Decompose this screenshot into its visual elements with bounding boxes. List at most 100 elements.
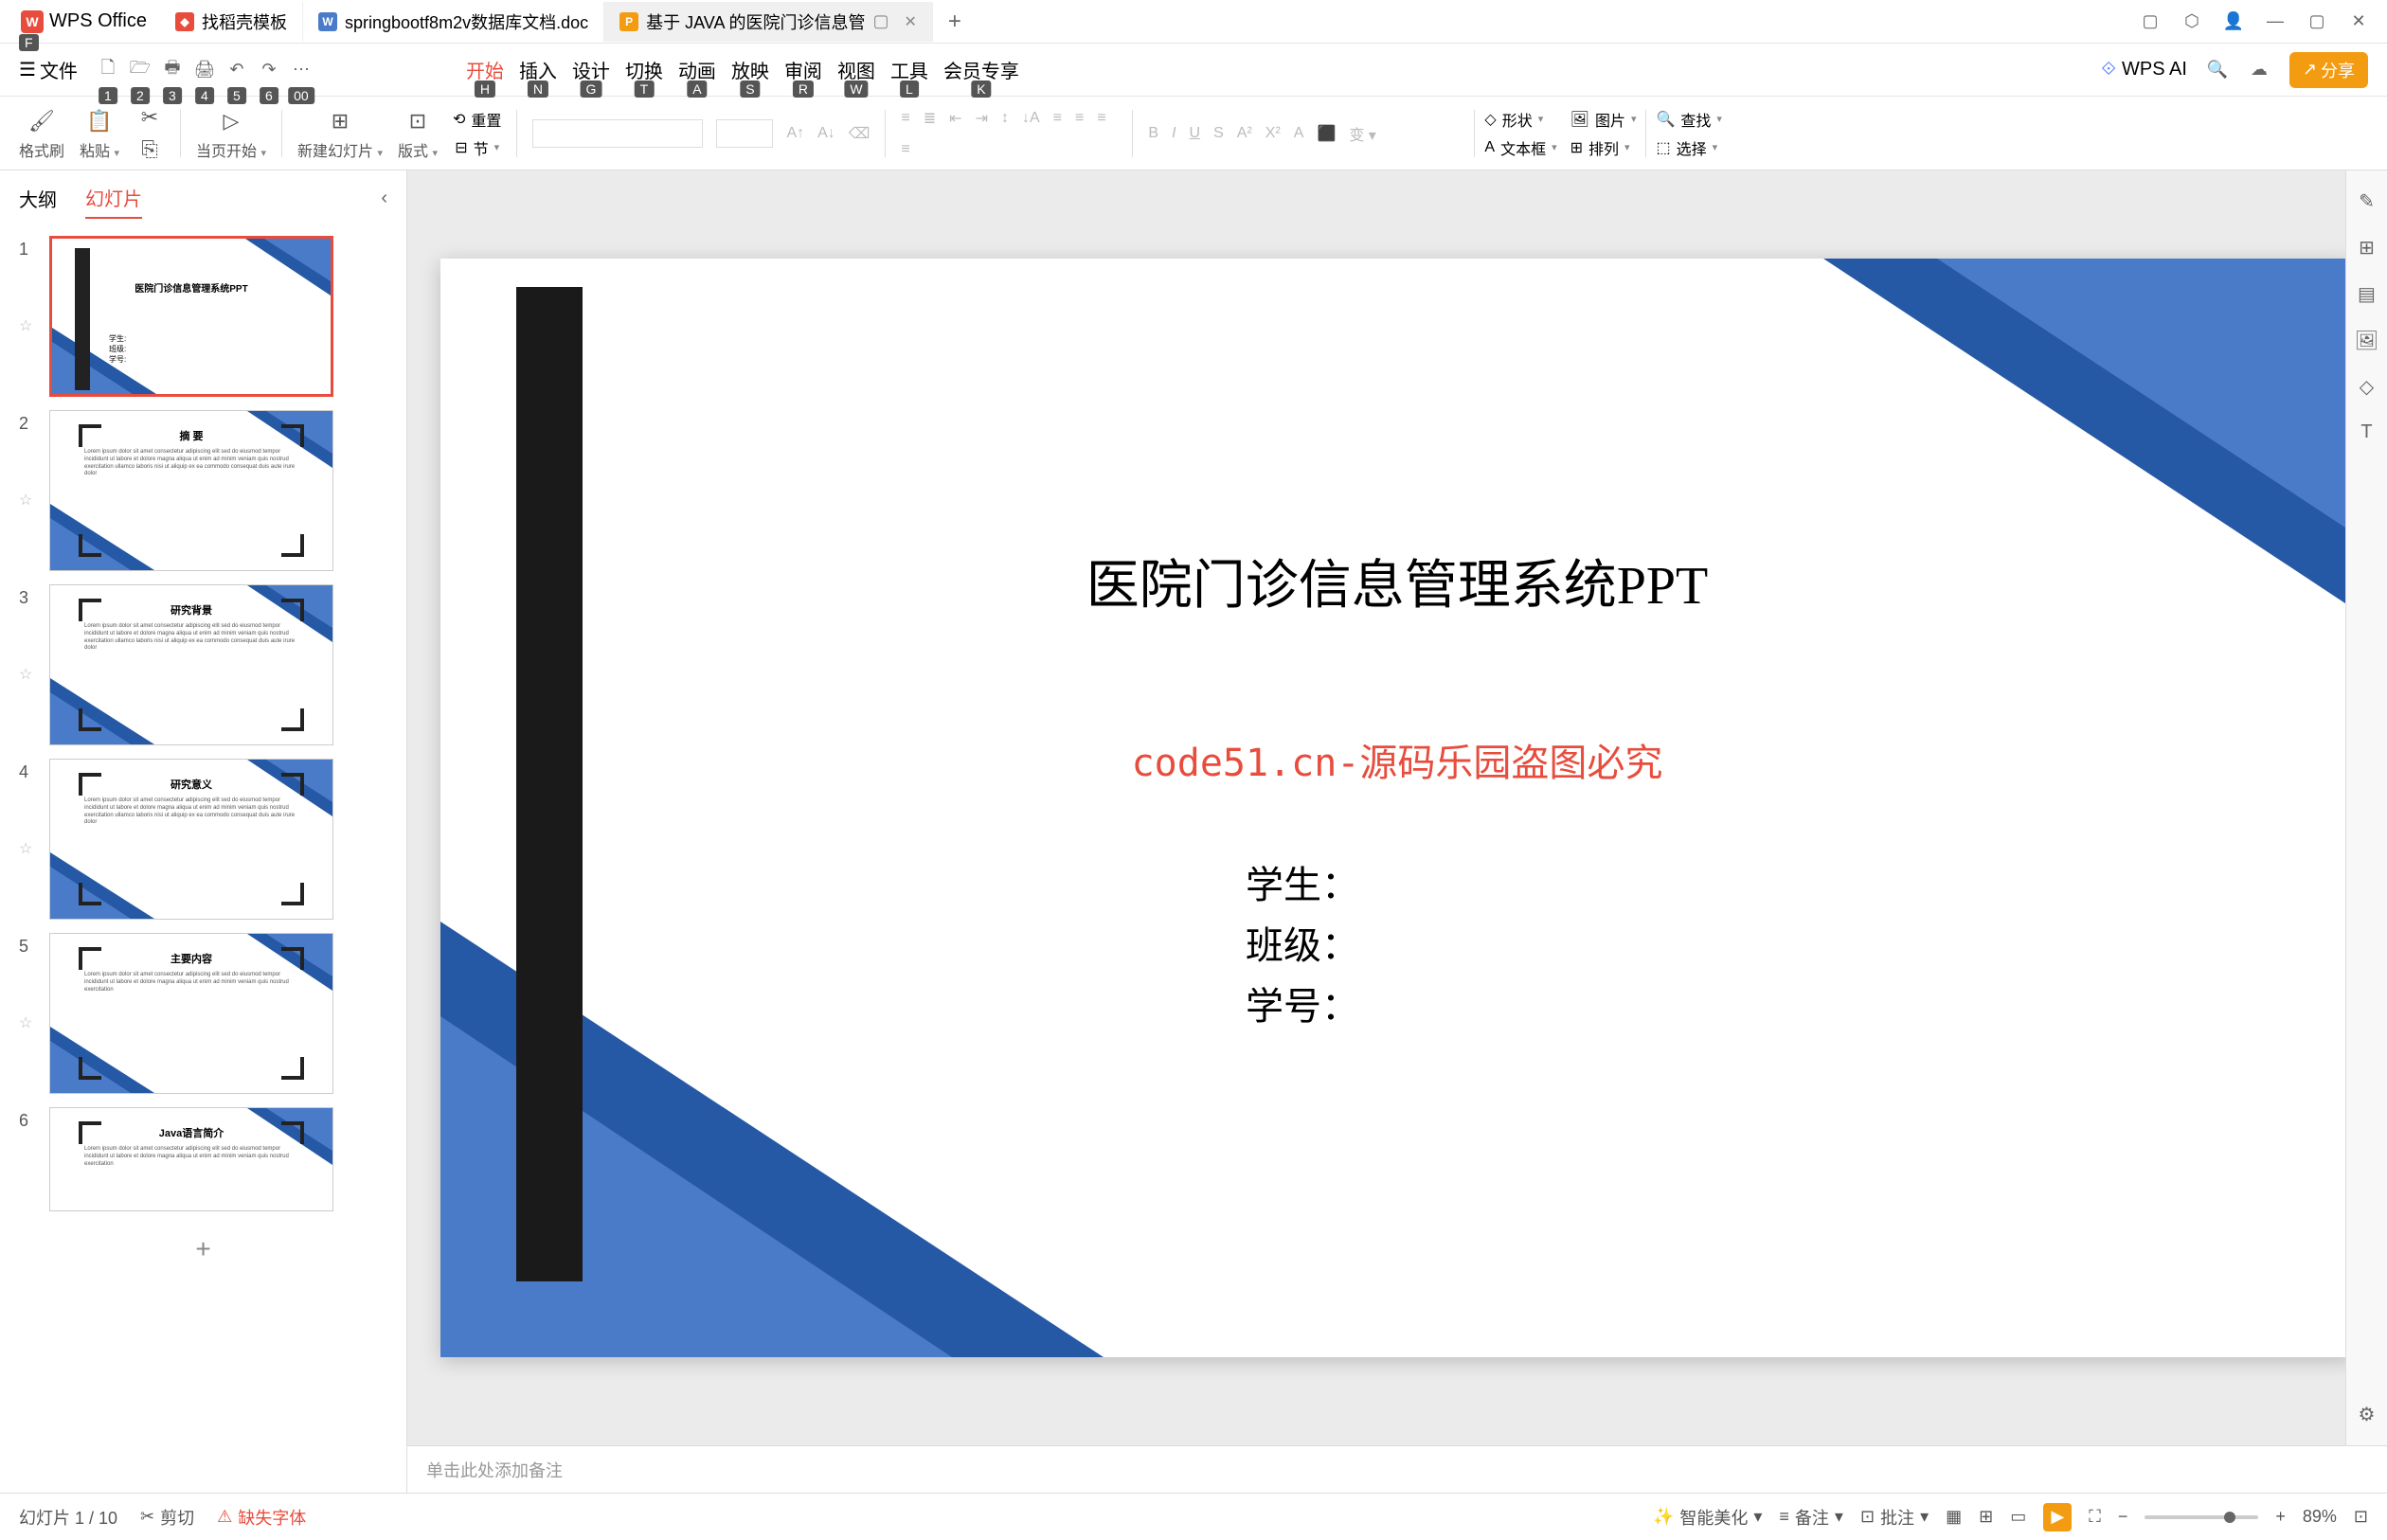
print-icon[interactable]: 🖨4 [191,57,218,83]
image-button[interactable]: 🖼 图片 ▾ [1570,108,1637,131]
strike-icon[interactable]: S [1213,125,1224,142]
menu-home[interactable]: 开始H [462,50,508,89]
text-tool-icon[interactable]: T [2360,421,2372,443]
view-normal-icon[interactable]: ▦ [1946,1507,1962,1527]
menu-slideshow[interactable]: 放映S [727,50,773,89]
slide-thumb-6[interactable]: Java语言简介 Lorem ipsum dolor sit amet cons… [49,1107,333,1211]
textbox-button[interactable]: A 文本框 ▾ [1484,136,1556,159]
star-icon[interactable]: ☆ [19,316,36,335]
font-color-icon[interactable]: A [1294,125,1304,142]
bold-icon[interactable]: B [1148,125,1158,142]
share-button[interactable]: ↗ 分享 [2289,52,2368,88]
arrange-button[interactable]: ⊞ 排列 ▾ [1570,136,1637,159]
indent-right-icon[interactable]: ⇥ [976,109,988,128]
tab-doc[interactable]: W springbootf8m2v数据库文档.doc [303,2,604,42]
collapse-icon[interactable]: ‹ [381,188,387,209]
menu-insert[interactable]: 插入N [515,50,561,89]
layout-group[interactable]: ⊡版式 ▾ [392,106,443,161]
layers-icon[interactable]: ▤ [2358,282,2376,306]
cube-icon[interactable]: ⬡ [2181,10,2203,33]
window-icon[interactable]: ▢ [2139,10,2162,33]
missing-font-warning[interactable]: ⚠ 缺失字体 [217,1505,306,1530]
tab-ppt[interactable]: P 基于 JAVA 的医院门诊信息管 ▢ ✕ [604,2,933,42]
play-group[interactable]: ▷当页开始 ▾ [190,106,272,161]
star-icon[interactable]: ☆ [19,665,36,684]
beautify-button[interactable]: ✨ 智能美化 ▾ [1653,1505,1762,1530]
section-button[interactable]: ⊟ 节 ▾ [455,136,499,159]
save-icon[interactable]: 🖶3 [159,57,186,83]
italic-icon[interactable]: I [1172,125,1176,142]
zoom-out-icon[interactable]: − [2118,1507,2128,1527]
tab-template[interactable]: ◆ 找稻壳模板 [160,2,303,42]
wps-ai-button[interactable]: ⟐WPS AI [2101,59,2187,81]
slide-info[interactable]: 学生： 班级： 学号： [1246,855,1359,1037]
find-button[interactable]: 🔍 查找 ▾ [1656,108,1721,131]
increase-font-icon[interactable]: A↑ [786,125,804,142]
clip-button[interactable]: ✂ 剪切 [140,1505,194,1530]
indent-left-icon[interactable]: ⇤ [949,109,961,128]
subscript-icon[interactable]: X² [1265,125,1281,142]
slide-title[interactable]: 医院门诊信息管理系统PPT [440,543,2354,619]
view-reading-icon[interactable]: ▭ [2010,1507,2026,1527]
menu-animation[interactable]: 动画A [674,50,720,89]
close-window-icon[interactable]: ✕ [2347,10,2370,33]
align-right-icon[interactable]: ≡ [1097,110,1105,127]
new-icon[interactable]: 🗋1 [95,57,121,83]
fit-icon[interactable]: ⊡ [2354,1507,2368,1527]
font-family-select[interactable] [532,119,703,148]
zoom-thumb[interactable] [2224,1512,2235,1523]
font-size-select[interactable] [716,119,773,148]
decrease-font-icon[interactable]: A↓ [817,125,835,142]
slide-canvas[interactable]: 医院门诊信息管理系统PPT code51.cn-源码乐园盗图必究 学生： 班级：… [440,259,2354,1357]
search-icon[interactable]: 🔍 [2206,59,2229,81]
undo-icon[interactable]: ↶5 [224,57,250,83]
minimize-icon[interactable]: — [2264,10,2287,33]
menu-tools[interactable]: 工具L [887,50,932,89]
text-direction-icon[interactable]: ↓A [1022,110,1040,127]
add-slide-button[interactable]: + [19,1225,387,1274]
zoom-value[interactable]: 89% [2303,1507,2337,1527]
line-spacing-icon[interactable]: ↕ [1001,110,1009,127]
tab-slides[interactable]: 幻灯片 [85,178,142,219]
align-justify-icon[interactable]: ≡ [901,141,909,158]
menu-view[interactable]: 视图W [834,50,879,89]
tab-outline[interactable]: 大纲 [19,179,57,218]
shape-tool-icon[interactable]: ◇ [2360,375,2374,399]
reset-button[interactable]: ⟲ 重置 [453,108,501,131]
underline-icon[interactable]: U [1190,125,1201,142]
open-icon[interactable]: 🗁2 [127,57,153,83]
cut-group[interactable]: ✂⎘ [129,102,170,165]
shape-button[interactable]: ◇ 形状 ▾ [1484,108,1556,131]
more-icon[interactable]: ⋯00 [288,57,314,83]
close-icon[interactable]: ✕ [904,12,916,31]
align-center-icon[interactable]: ≡ [1075,110,1084,127]
select-button[interactable]: ⬚ 选择 ▾ [1656,136,1721,159]
slide-thumb-5[interactable]: 主要内容 Lorem ipsum dolor sit amet consecte… [49,933,333,1094]
align-left-icon[interactable]: ≡ [1053,110,1062,127]
highlight-icon[interactable]: ⬛ [1317,124,1336,143]
number-list-icon[interactable]: ≣ [924,109,936,128]
file-menu[interactable]: ☰文件 F [19,56,78,83]
menu-design[interactable]: 设计G [568,50,614,89]
add-tab-button[interactable]: + [933,9,977,35]
star-icon[interactable]: ☆ [19,839,36,858]
notes-area[interactable]: 单击此处添加备注 [407,1445,2387,1493]
zoom-slider[interactable] [2145,1515,2258,1519]
new-slide-group[interactable]: ⊞新建幻灯片 ▾ [292,106,388,161]
cloud-icon[interactable]: ☁ [2248,59,2270,81]
slide-thumb-3[interactable]: 研究背景 Lorem ipsum dolor sit amet consecte… [49,584,333,745]
image-tool-icon[interactable]: 🖼 [2355,329,2378,352]
format-brush-group[interactable]: 🖌格式刷 [13,106,70,161]
pencil-icon[interactable]: ✎ [2359,189,2375,213]
zoom-in-icon[interactable]: + [2275,1507,2286,1527]
slideshow-button[interactable]: ▶ [2043,1503,2072,1531]
fullscreen-icon[interactable]: ⛶ [2089,1507,2101,1527]
menu-transition[interactable]: 切换T [621,50,667,89]
comments-button[interactable]: ⊡ 批注 ▾ [1860,1505,1929,1530]
app-logo[interactable]: W WPS Office [8,10,160,33]
slide-thumb-4[interactable]: 研究意义 Lorem ipsum dolor sit amet consecte… [49,759,333,920]
redo-icon[interactable]: ↷6 [256,57,282,83]
slide-thumb-1[interactable]: 医院门诊信息管理系统PPT 学生: 班级: 学号: [49,236,333,397]
paste-group[interactable]: 📋粘贴 ▾ [74,106,125,161]
grid-icon[interactable]: ⊞ [2359,236,2375,260]
